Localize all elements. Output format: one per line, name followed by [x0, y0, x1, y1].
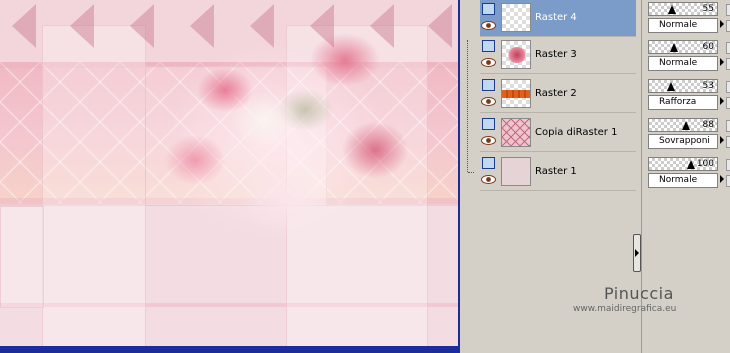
group-guide-line — [467, 40, 468, 172]
blend-mode-select[interactable]: Rafforza — [648, 95, 718, 110]
mask-button[interactable] — [726, 97, 730, 109]
eye-icon[interactable] — [481, 136, 496, 145]
canvas-panel — [0, 206, 44, 308]
layer-row-raster-2[interactable]: Raster 2 — [480, 76, 636, 113]
opacity-value: 100 — [696, 159, 714, 169]
opacity-value: 55 — [702, 4, 714, 14]
sweet-pea-flowers-image — [105, 0, 435, 300]
slider-handle[interactable] — [670, 43, 678, 52]
raster-layer-icon — [482, 157, 495, 169]
mask-button[interactable] — [726, 136, 730, 148]
layer-thumbnail — [501, 118, 531, 147]
layer-row-raster-1[interactable]: Raster 1 — [480, 154, 636, 191]
layer-row-copia-raster-1[interactable]: Copia diRaster 1 — [480, 115, 636, 152]
raster-layer-icon — [482, 3, 495, 15]
eye-icon[interactable] — [481, 21, 496, 30]
triangle-shape — [12, 4, 36, 48]
layer-thumbnail — [501, 157, 531, 186]
layer-name: Raster 3 — [535, 49, 577, 60]
mask-button[interactable] — [726, 175, 730, 187]
opacity-value: 53 — [702, 81, 714, 91]
arrow-right-icon[interactable] — [720, 97, 724, 105]
opacity-value: 88 — [702, 120, 714, 130]
slider-handle[interactable] — [687, 160, 695, 169]
layer-name: Copia diRaster 1 — [535, 127, 618, 138]
layer-name: Raster 4 — [535, 12, 577, 23]
opacity-slider[interactable]: 100 — [648, 157, 718, 171]
mask-button[interactable] — [726, 58, 730, 70]
layer-thumbnail — [501, 3, 531, 32]
panel-splitter[interactable] — [633, 234, 641, 272]
layer-thumbnail — [501, 40, 531, 69]
blend-mode-select[interactable]: Normale — [648, 173, 718, 188]
mask-button[interactable] — [726, 20, 730, 32]
opacity-value: 60 — [702, 42, 714, 52]
eye-icon[interactable] — [481, 175, 496, 184]
arrow-right-icon[interactable] — [720, 58, 724, 66]
eye-icon[interactable] — [481, 58, 496, 67]
triangle-shape — [70, 4, 94, 48]
arrow-right-icon[interactable] — [720, 136, 724, 144]
lock-button[interactable] — [726, 4, 730, 16]
blend-mode-select[interactable]: Normale — [648, 18, 718, 33]
layer-row-raster-3[interactable]: Raster 3 — [480, 37, 636, 74]
slider-handle[interactable] — [682, 121, 690, 130]
eye-icon[interactable] — [481, 97, 496, 106]
watermark-name: Pinuccia — [604, 284, 674, 303]
opacity-slider[interactable]: 53 — [648, 79, 718, 93]
raster-layer-icon — [482, 79, 495, 91]
slider-handle[interactable] — [668, 5, 676, 14]
layer-row-raster-4[interactable]: Raster 4 — [480, 0, 636, 37]
layer-properties: 100 Normale — [646, 155, 730, 192]
group-guide-line — [468, 172, 474, 173]
layer-properties: 60 Normale — [646, 38, 730, 75]
watermark-url: www.maidiregrafica.eu — [573, 304, 677, 314]
canvas-border — [0, 346, 460, 353]
blend-mode-select[interactable]: Sovrapponi — [648, 134, 718, 149]
slider-handle[interactable] — [667, 82, 675, 91]
layer-properties: 88 Sovrapponi — [646, 116, 730, 153]
raster-layer-icon — [482, 40, 495, 52]
layer-name: Raster 2 — [535, 88, 577, 99]
lock-button[interactable] — [726, 42, 730, 54]
arrow-right-icon[interactable] — [720, 20, 724, 28]
opacity-slider[interactable]: 88 — [648, 118, 718, 132]
layer-name: Raster 1 — [535, 166, 577, 177]
layer-properties: 53 Rafforza — [646, 77, 730, 114]
arrow-right-icon — [635, 249, 639, 257]
lock-button[interactable] — [726, 120, 730, 132]
lock-button[interactable] — [726, 81, 730, 93]
image-canvas[interactable] — [0, 0, 458, 346]
lock-button[interactable] — [726, 159, 730, 171]
raster-layer-icon — [482, 118, 495, 130]
layer-properties: 55 Normale — [646, 0, 730, 37]
arrow-right-icon[interactable] — [720, 175, 724, 183]
opacity-slider[interactable]: 60 — [648, 40, 718, 54]
layer-thumbnail — [501, 79, 531, 108]
blend-mode-select[interactable]: Normale — [648, 56, 718, 71]
opacity-slider[interactable]: 55 — [648, 2, 718, 16]
